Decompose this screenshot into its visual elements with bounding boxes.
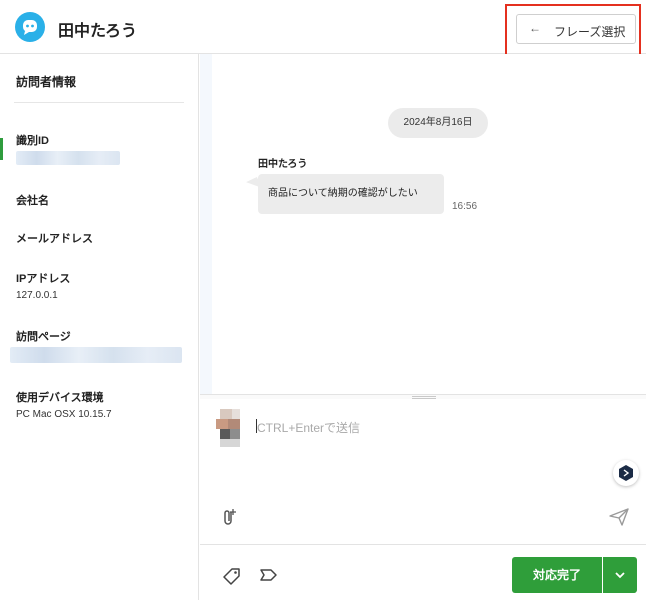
send-icon[interactable] bbox=[608, 507, 630, 532]
complete-button[interactable]: 対応完了 bbox=[512, 557, 602, 593]
visitor-name-title: 田中たろう bbox=[58, 23, 138, 40]
chat-area[interactable]: 2024年8月16日 田中たろう 商品について納期の確認がしたい 16:56 bbox=[200, 54, 646, 394]
date-separator: 2024年8月16日 bbox=[388, 108, 488, 138]
operator-avatar bbox=[216, 409, 242, 447]
complete-dropdown-button[interactable] bbox=[603, 557, 637, 593]
message-input[interactable]: CTRL+Enterで送信 bbox=[257, 419, 360, 436]
ip-value: 127.0.0.1 bbox=[16, 290, 58, 301]
message-time: 16:56 bbox=[452, 201, 478, 212]
phrase-select-label: フレーズ選択 bbox=[554, 25, 626, 39]
field-label-id: 識別ID bbox=[16, 135, 49, 147]
visitor-info-sidebar: 訪問者情報 識別ID 会社名 メールアドレス IPアドレス 127.0.0.1 … bbox=[0, 54, 199, 600]
chat-logo-icon bbox=[15, 12, 45, 42]
footer-bar: 対応完了 bbox=[200, 544, 646, 600]
message-sender: 田中たろう bbox=[258, 159, 308, 170]
id-value-redacted bbox=[16, 151, 120, 165]
visited-page-value-redacted[interactable] bbox=[10, 347, 182, 363]
field-label-device: 使用デバイス環境 bbox=[16, 392, 104, 404]
message-list: 2024年8月16日 田中たろう 商品について納期の確認がしたい 16:56 bbox=[212, 54, 646, 394]
message-composer[interactable]: CTRL+Enterで送信 bbox=[200, 399, 646, 544]
tag-icon[interactable] bbox=[222, 567, 242, 590]
field-label-email: メールアドレス bbox=[16, 233, 93, 245]
message-bubble: 商品について納期の確認がしたい bbox=[258, 174, 444, 214]
field-label-ip: IPアドレス bbox=[16, 273, 71, 285]
chevron-down-icon bbox=[615, 572, 625, 579]
green-edge-marker bbox=[0, 138, 3, 160]
deepl-icon[interactable] bbox=[613, 460, 639, 486]
field-label-visited-page: 訪問ページ bbox=[16, 331, 71, 343]
label-icon[interactable] bbox=[258, 567, 278, 588]
arrow-left-icon: ← bbox=[529, 21, 541, 35]
splitter-grip[interactable] bbox=[412, 396, 436, 397]
device-value: PC Mac OSX 10.15.7 bbox=[16, 409, 112, 420]
field-label-company: 会社名 bbox=[16, 195, 49, 207]
header: 田中たろう ← フレーズ選択 bbox=[0, 0, 646, 56]
sidebar-title: 訪問者情報 bbox=[16, 75, 77, 89]
paperclip-icon[interactable] bbox=[220, 507, 238, 532]
sidebar-divider bbox=[14, 102, 184, 103]
phrase-select-button[interactable]: ← フレーズ選択 bbox=[516, 14, 636, 44]
